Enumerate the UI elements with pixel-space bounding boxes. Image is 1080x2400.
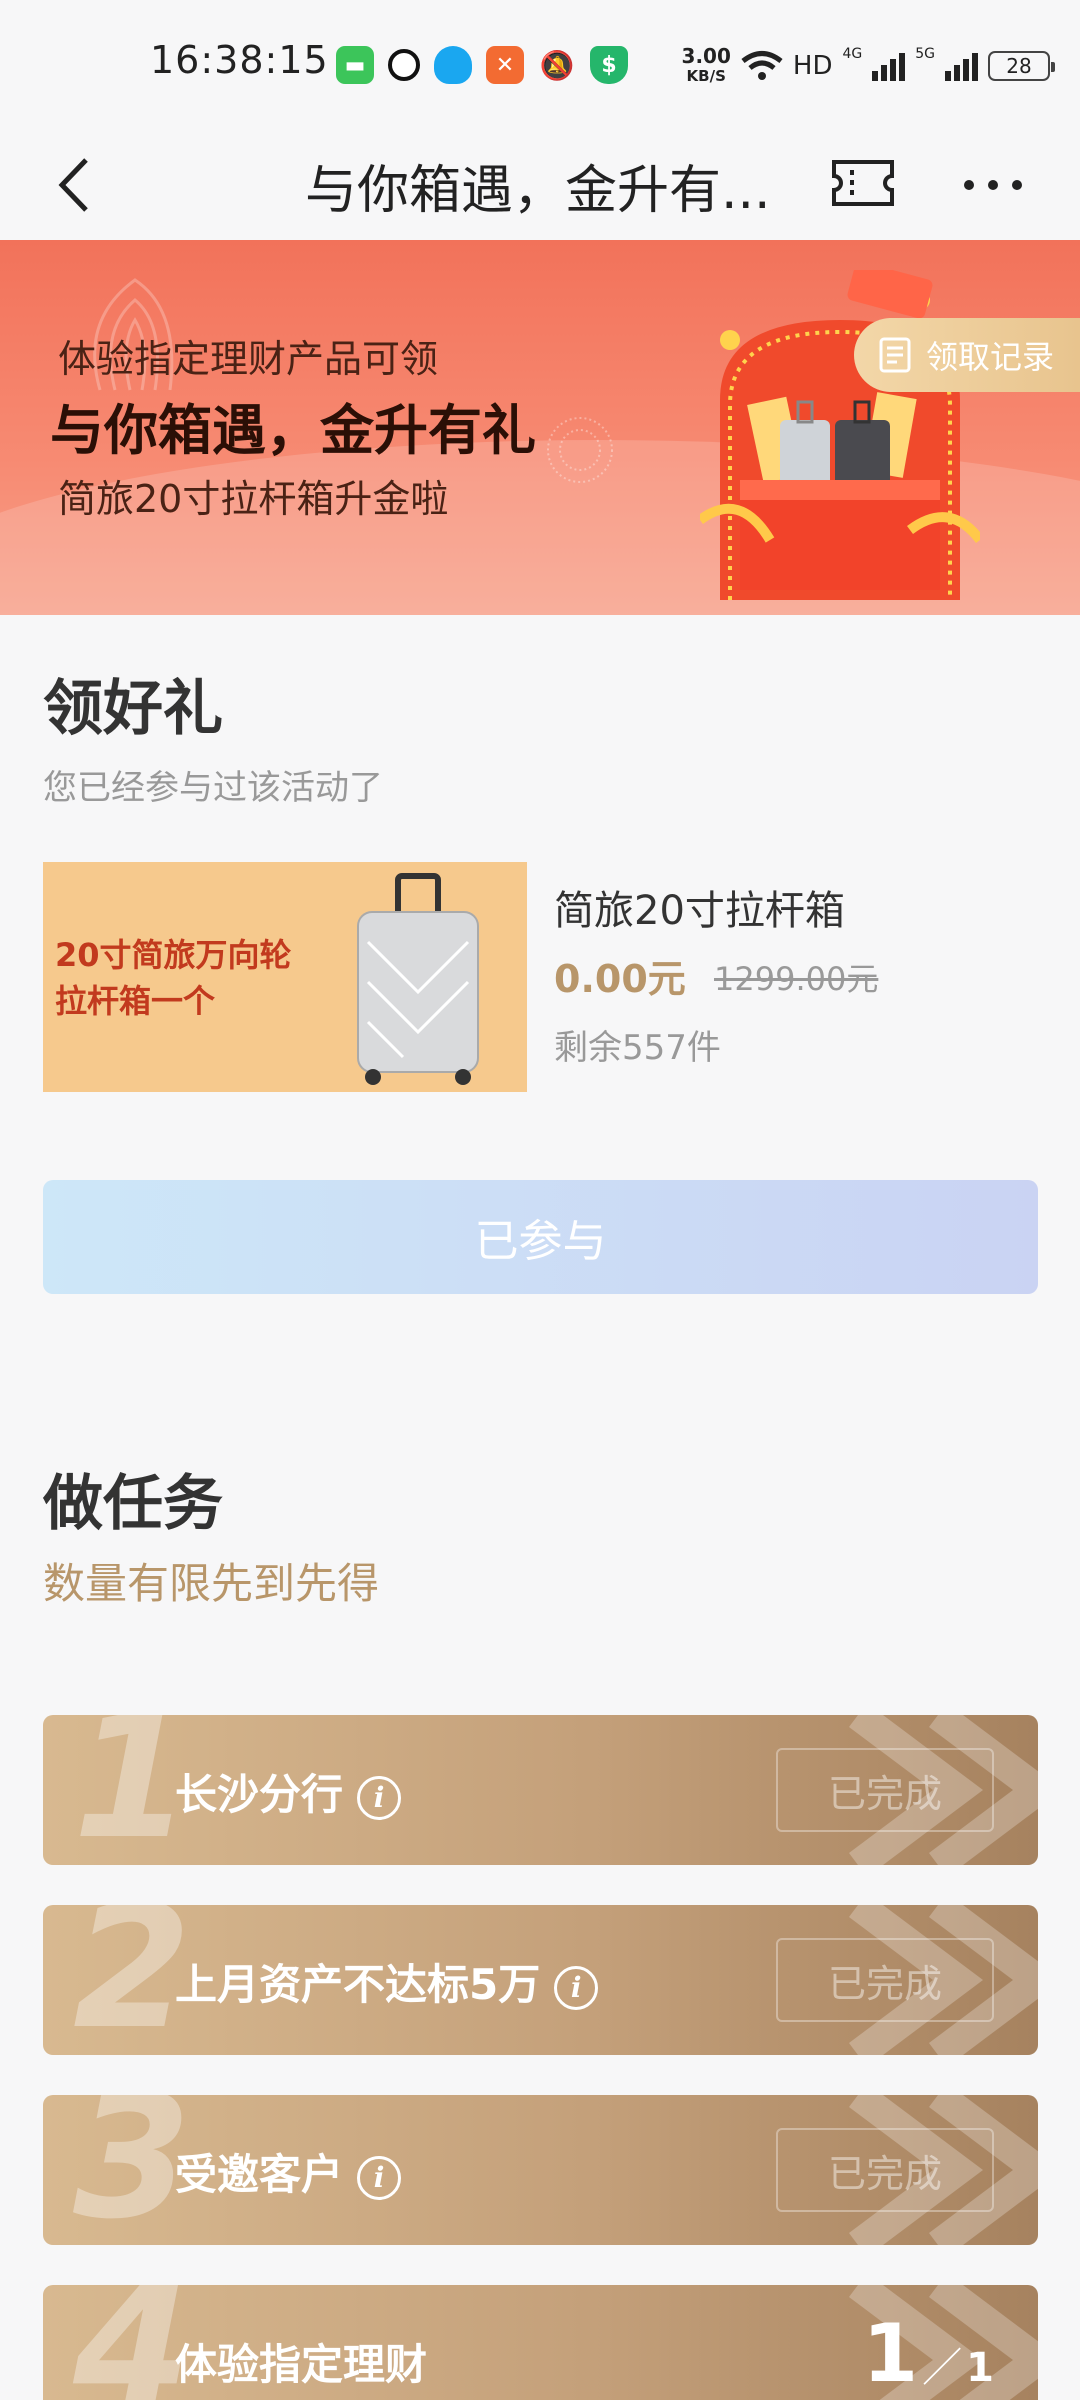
qq-app-icon <box>434 46 472 84</box>
more-options-button[interactable] <box>960 160 1030 210</box>
system-indicators: 3.00 KB/S HD 4G 5G 28 <box>681 44 1055 86</box>
fitness-app-icon: ✕ <box>486 46 524 84</box>
record-list-icon <box>879 337 911 373</box>
progress-slash: ／ <box>922 2345 963 2391</box>
page-title: 与你箱遇，金升有... <box>305 161 771 221</box>
task-number: 4 <box>73 2285 192 2400</box>
task-number: 3 <box>73 2095 192 2245</box>
starburst-decoration <box>547 417 613 483</box>
suitcase-illustration <box>357 873 479 1085</box>
task-section-subtitle: 数量有限先到先得 <box>43 1559 380 1608</box>
task-status-button[interactable]: 已完成 <box>776 2128 994 2212</box>
net-5g-label: 5G <box>915 46 935 62</box>
browser-app-icon <box>388 49 420 81</box>
claim-record-button[interactable]: 领取记录 <box>854 318 1080 392</box>
task-label: 长沙分行 i <box>175 1761 402 1822</box>
task-number: 2 <box>73 1905 192 2055</box>
task-number: 1 <box>73 1715 192 1865</box>
nav-bar: 与你箱遇，金升有... <box>0 130 1080 240</box>
status-bar: 16:38:15 ▬ ✕ 🔕 $ 3.00 KB/S HD 4G 5G 28 <box>0 0 1080 130</box>
prize-original-price: 1299.00元 <box>714 960 879 998</box>
signal-4g-icon <box>872 51 906 81</box>
claim-record-label: 领取记录 <box>926 338 1055 376</box>
ticket-button[interactable] <box>830 158 896 208</box>
net-4g-label: 4G <box>842 46 863 62</box>
gift-section-title: 领好礼 <box>43 674 223 744</box>
net-speed: 3.00 KB/S <box>681 44 731 85</box>
info-icon[interactable]: i <box>357 2155 402 2200</box>
battery-icon: 28 <box>988 51 1055 81</box>
task-label: 上月资产不达标5万 i <box>175 1951 599 2012</box>
ticket-icon <box>832 160 894 206</box>
progress-current: 1 <box>862 2307 919 2400</box>
progress-total: 1 <box>966 2345 994 2391</box>
messages-app-icon: ▬ <box>336 46 374 84</box>
task-label: 受邀客户 i <box>175 2141 402 2202</box>
notification-icons: ▬ ✕ 🔕 $ <box>336 46 628 84</box>
prize-image: 20寸简旅万向轮拉杆箱一个 <box>43 862 527 1092</box>
wifi-icon <box>741 51 783 80</box>
promo-banner: 体验指定理财产品可领 与你箱遇，金升有礼 简旅20寸拉杆箱升金啦 领取记录 <box>0 240 1080 615</box>
banner-description: 简旅20寸拉杆箱升金啦 <box>58 477 449 521</box>
task-status-button[interactable]: 已完成 <box>776 1748 994 1832</box>
task-card: 3 受邀客户 i 已完成 <box>43 2095 1038 2245</box>
prize-price: 0.00元 <box>554 957 686 1001</box>
task-section-title: 做任务 <box>43 1469 223 1539</box>
prize-name: 简旅20寸拉杆箱 <box>554 888 845 934</box>
back-button[interactable] <box>50 152 110 218</box>
task-progress: 1 ／ 1 <box>862 2307 994 2400</box>
task-status-button[interactable]: 已完成 <box>776 1938 994 2022</box>
prize-image-text: 20寸简旅万向轮拉杆箱一个 <box>55 936 292 1020</box>
mute-bell-icon: 🔕 <box>539 48 575 82</box>
banner-subtitle: 体验指定理财产品可领 <box>58 337 439 381</box>
task-label: 体验指定理财 <box>175 2340 428 2389</box>
info-icon[interactable]: i <box>554 1965 599 2010</box>
gift-section-subtitle: 您已经参与过该活动了 <box>43 768 383 808</box>
task-card: 1 长沙分行 i 已完成 <box>43 1715 1038 1865</box>
security-app-icon: $ <box>590 46 628 84</box>
task-card: 4 体验指定理财 1 ／ 1 <box>43 2285 1038 2400</box>
chevron-left-icon <box>58 158 88 212</box>
banner-title: 与你箱遇，金升有礼 <box>50 399 536 462</box>
task-card: 2 上月资产不达标5万 i 已完成 <box>43 1905 1038 2055</box>
info-icon[interactable]: i <box>357 1775 402 1820</box>
prize-stock: 剩余557件 <box>554 1028 721 1068</box>
joined-button[interactable]: 已参与 <box>43 1180 1038 1294</box>
status-time: 16:38:15 <box>150 38 329 82</box>
signal-5g-icon <box>945 51 978 81</box>
hd-icon: HD <box>792 51 833 81</box>
more-dots-icon <box>964 180 1022 190</box>
